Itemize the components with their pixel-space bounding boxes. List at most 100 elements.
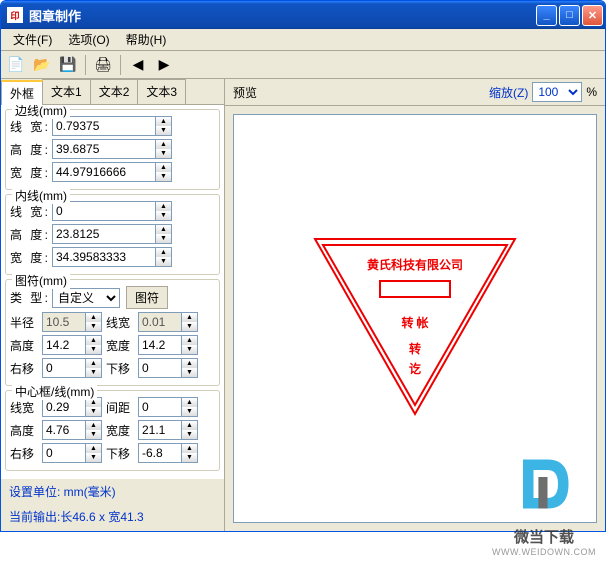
cen-right-input[interactable] xyxy=(43,444,85,462)
symbol-type-select[interactable]: 自定义 xyxy=(52,288,120,308)
spin-down-icon[interactable]: ▼ xyxy=(86,368,101,377)
edge-width-spinner[interactable]: ▲▼ xyxy=(52,162,172,182)
cen-down-spinner[interactable]: ▲▼ xyxy=(138,443,198,463)
spin-down-icon[interactable]: ▼ xyxy=(86,345,101,354)
inner-width-input[interactable] xyxy=(53,248,155,266)
inner-width-spinner[interactable]: ▲▼ xyxy=(52,247,172,267)
spin-up-icon[interactable]: ▲ xyxy=(182,336,197,345)
sym-right-input[interactable] xyxy=(43,359,85,377)
sym-down-spinner[interactable]: ▲▼ xyxy=(138,358,198,378)
minimize-button[interactable]: _ xyxy=(536,5,557,26)
spin-down-icon[interactable]: ▼ xyxy=(182,322,197,331)
spin-up-icon[interactable]: ▲ xyxy=(182,444,197,453)
prev-icon[interactable]: ◀ xyxy=(129,56,147,74)
edge-height-input[interactable] xyxy=(53,140,155,158)
inner-linewidth-spinner[interactable]: ▲▼ xyxy=(52,201,172,221)
zoom-select[interactable]: 100 xyxy=(532,82,582,102)
sym-radius-input xyxy=(43,313,85,331)
menu-options[interactable]: 选项(O) xyxy=(60,29,117,50)
edge-linewidth-input[interactable] xyxy=(53,117,155,135)
cen-lw-input[interactable] xyxy=(43,398,85,416)
spin-up-icon[interactable]: ▲ xyxy=(156,117,171,126)
menu-file[interactable]: 文件(F) xyxy=(5,29,60,50)
label-radius: 半径 xyxy=(10,314,38,331)
spin-up-icon[interactable]: ▲ xyxy=(156,225,171,234)
spin-up-icon[interactable]: ▲ xyxy=(86,444,101,453)
label-height: 高 度: xyxy=(10,141,52,158)
label-down: 下移 xyxy=(106,445,134,462)
spin-down-icon[interactable]: ▼ xyxy=(182,430,197,439)
spin-down-icon[interactable]: ▼ xyxy=(86,407,101,416)
tab-text2[interactable]: 文本2 xyxy=(90,79,139,104)
inner-height-input[interactable] xyxy=(53,225,155,243)
unit-info: 设置单位: mm(毫米) xyxy=(1,479,224,504)
tab-text3[interactable]: 文本3 xyxy=(137,79,186,104)
spin-up-icon[interactable]: ▲ xyxy=(86,313,101,322)
spin-up-icon[interactable]: ▲ xyxy=(156,163,171,172)
spin-down-icon[interactable]: ▼ xyxy=(182,453,197,462)
cen-right-spinner[interactable]: ▲▼ xyxy=(42,443,102,463)
watermark-logo-icon xyxy=(509,449,579,519)
spin-up-icon[interactable]: ▲ xyxy=(86,359,101,368)
spin-up-icon[interactable]: ▲ xyxy=(182,398,197,407)
cen-w-input[interactable] xyxy=(139,421,181,439)
cen-gap-input[interactable] xyxy=(139,398,181,416)
spin-down-icon[interactable]: ▼ xyxy=(156,172,171,181)
print-icon[interactable]: 🖨 xyxy=(94,56,112,74)
edge-width-input[interactable] xyxy=(53,163,155,181)
save-icon[interactable]: 💾 xyxy=(59,56,77,74)
spin-up-icon[interactable]: ▲ xyxy=(182,421,197,430)
cen-h-input[interactable] xyxy=(43,421,85,439)
sym-w-spinner[interactable]: ▲▼ xyxy=(138,335,198,355)
spin-up-icon[interactable]: ▲ xyxy=(86,336,101,345)
sym-h-spinner[interactable]: ▲▼ xyxy=(42,335,102,355)
inner-linewidth-input[interactable] xyxy=(53,202,155,220)
sym-right-spinner[interactable]: ▲▼ xyxy=(42,358,102,378)
spin-up-icon[interactable]: ▲ xyxy=(156,202,171,211)
spin-down-icon[interactable]: ▼ xyxy=(156,126,171,135)
spin-up-icon[interactable]: ▲ xyxy=(182,359,197,368)
next-icon[interactable]: ▶ xyxy=(155,56,173,74)
open-icon[interactable]: 📂 xyxy=(33,56,51,74)
group-inner-title: 内线(mm) xyxy=(12,187,70,204)
titlebar[interactable]: 印 图章制作 _ □ ✕ xyxy=(1,1,605,29)
spin-down-icon[interactable]: ▼ xyxy=(86,453,101,462)
spin-up-icon[interactable]: ▲ xyxy=(182,313,197,322)
spin-down-icon[interactable]: ▼ xyxy=(156,234,171,243)
sym-w-input[interactable] xyxy=(139,336,181,354)
symbol-button[interactable]: 图符 xyxy=(126,286,168,309)
sym-lw-spinner[interactable]: ▲▼ xyxy=(138,312,198,332)
spin-down-icon[interactable]: ▼ xyxy=(156,257,171,266)
edge-height-spinner[interactable]: ▲▼ xyxy=(52,139,172,159)
cen-h-spinner[interactable]: ▲▼ xyxy=(42,420,102,440)
tab-text1[interactable]: 文本1 xyxy=(42,79,91,104)
edge-linewidth-spinner[interactable]: ▲▼ xyxy=(52,116,172,136)
spin-down-icon[interactable]: ▼ xyxy=(182,407,197,416)
spin-up-icon[interactable]: ▲ xyxy=(156,140,171,149)
spin-up-icon[interactable]: ▲ xyxy=(156,248,171,257)
sym-down-input[interactable] xyxy=(139,359,181,377)
cen-lw-spinner[interactable]: ▲▼ xyxy=(42,397,102,417)
label-width: 宽 度: xyxy=(10,164,52,181)
percent-label: % xyxy=(586,85,597,99)
tab-outline[interactable]: 外框 xyxy=(1,80,43,105)
spin-down-icon[interactable]: ▼ xyxy=(156,211,171,220)
inner-height-spinner[interactable]: ▲▼ xyxy=(52,224,172,244)
sym-radius-spinner[interactable]: ▲▼ xyxy=(42,312,102,332)
new-icon[interactable]: 📄 xyxy=(7,56,25,74)
spin-down-icon[interactable]: ▼ xyxy=(86,430,101,439)
spin-down-icon[interactable]: ▼ xyxy=(86,322,101,331)
spin-down-icon[interactable]: ▼ xyxy=(156,149,171,158)
maximize-button[interactable]: □ xyxy=(559,5,580,26)
spin-down-icon[interactable]: ▼ xyxy=(182,345,197,354)
menu-help[interactable]: 帮助(H) xyxy=(118,29,175,50)
sym-h-input[interactable] xyxy=(43,336,85,354)
spin-up-icon[interactable]: ▲ xyxy=(86,421,101,430)
zoom-label: 缩放(Z) xyxy=(489,84,528,101)
cen-down-input[interactable] xyxy=(139,444,181,462)
svg-text:转 帐: 转 帐 xyxy=(401,315,428,330)
cen-w-spinner[interactable]: ▲▼ xyxy=(138,420,198,440)
spin-down-icon[interactable]: ▼ xyxy=(182,368,197,377)
cen-gap-spinner[interactable]: ▲▼ xyxy=(138,397,198,417)
close-button[interactable]: ✕ xyxy=(582,5,603,26)
